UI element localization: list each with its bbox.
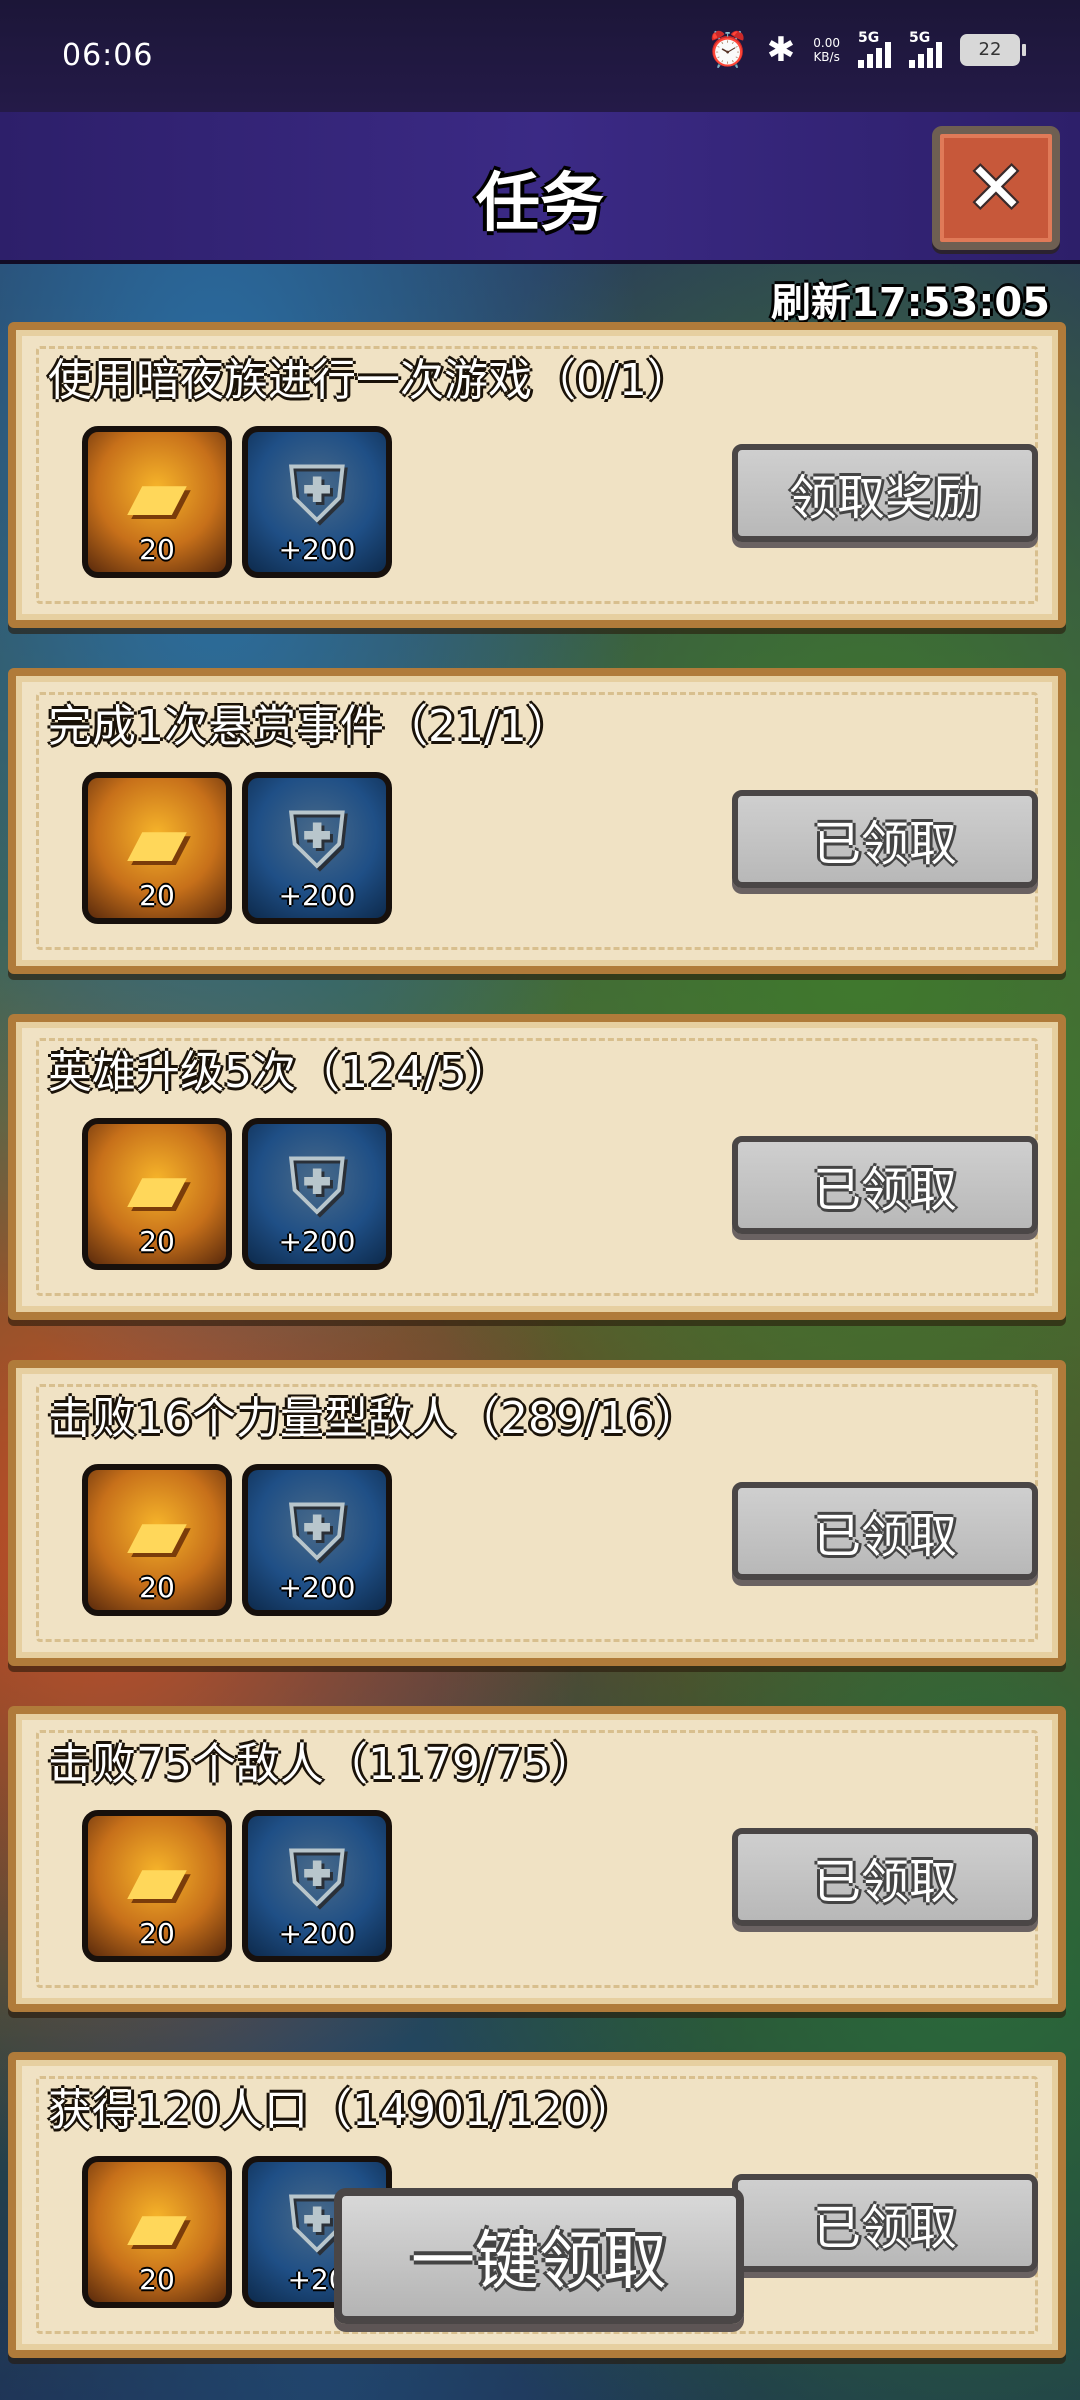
gold-bar-icon: ▰: [127, 1488, 187, 1578]
gold-bar-icon: ▰: [127, 450, 187, 540]
net-speed: 0.00 KB/s: [813, 36, 840, 64]
shield-reward[interactable]: ⛨ +200: [242, 772, 392, 924]
gold-reward[interactable]: ▰ 20: [82, 1464, 232, 1616]
shield-reward[interactable]: ⛨ +200: [242, 1810, 392, 1962]
task-title: 英雄升级5次（124/5）: [48, 1047, 511, 1098]
shield-reward[interactable]: ⛨ +200: [242, 426, 392, 578]
claimed-button[interactable]: 已领取: [732, 790, 1038, 888]
shield-icon: ⛨: [287, 1142, 347, 1232]
close-icon: ✕: [966, 147, 1026, 229]
claimed-button[interactable]: 已领取: [732, 1828, 1038, 1926]
shield-icon: ⛨: [287, 1488, 347, 1578]
shield-icon: ⛨: [287, 796, 347, 886]
title-bar: 任务: [0, 112, 1080, 264]
task-title: 击败16个力量型敌人（289/16）: [48, 1393, 699, 1444]
task-card: 击败16个力量型敌人（289/16） ▰ 20 ⛨ +200 已领取: [8, 1360, 1066, 1666]
signal-2-icon: 5G: [909, 30, 942, 68]
gold-bar-icon: ▰: [127, 1142, 187, 1232]
gold-reward[interactable]: ▰ 20: [82, 1810, 232, 1962]
gold-bar-icon: ▰: [127, 796, 187, 886]
claimed-button[interactable]: 已领取: [732, 2174, 1038, 2272]
claimed-button[interactable]: 已领取: [732, 1136, 1038, 1234]
refresh-timer: 刷新17:53:05: [771, 280, 1050, 326]
gold-reward[interactable]: ▰ 20: [82, 1118, 232, 1270]
bluetooth-icon: ✱: [766, 30, 796, 70]
gold-bar-icon: ▰: [127, 1834, 187, 1924]
shield-reward[interactable]: ⛨ +200: [242, 1118, 392, 1270]
shield-icon: ⛨: [287, 450, 347, 540]
task-title: 击败75个敌人（1179/75）: [48, 1739, 595, 1790]
gold-reward[interactable]: ▰ 20: [82, 772, 232, 924]
task-title: 使用暗夜族进行一次游戏（0/1）: [48, 355, 691, 406]
status-bar: 06:06 ⏰ ✱ 0.00 KB/s 5G 5G 22: [0, 0, 1080, 112]
status-icons: ⏰ ✱ 0.00 KB/s 5G 5G 22: [706, 30, 1026, 70]
claim-reward-button[interactable]: 领取奖励: [732, 444, 1038, 542]
gold-reward[interactable]: ▰ 20: [82, 426, 232, 578]
gold-reward[interactable]: ▰ 20: [82, 2156, 232, 2308]
claimed-button[interactable]: 已领取: [732, 1482, 1038, 1580]
gold-bar-icon: ▰: [127, 2180, 187, 2270]
task-card: 完成1次悬赏事件（21/1） ▰ 20 ⛨ +200 已领取: [8, 668, 1066, 974]
task-card: 英雄升级5次（124/5） ▰ 20 ⛨ +200 已领取: [8, 1014, 1066, 1320]
shield-icon: ⛨: [287, 1834, 347, 1924]
task-card: 击败75个敌人（1179/75） ▰ 20 ⛨ +200 已领取: [8, 1706, 1066, 2012]
signal-1-icon: 5G: [858, 30, 891, 68]
alarm-clock-icon: ⏰: [706, 30, 749, 70]
task-title: 完成1次悬赏事件（21/1）: [48, 701, 571, 752]
claim-all-button[interactable]: 一键领取: [334, 2188, 744, 2324]
shield-reward[interactable]: ⛨ +200: [242, 1464, 392, 1616]
battery-icon: 22: [960, 34, 1026, 66]
page-title: 任务: [476, 167, 604, 241]
status-time: 06:06: [62, 38, 154, 73]
task-title: 获得120人口（14901/120）: [48, 2085, 635, 2136]
task-card: 使用暗夜族进行一次游戏（0/1） ▰ 20 ⛨ +200 领取奖励: [8, 322, 1066, 628]
close-button[interactable]: ✕: [932, 126, 1060, 250]
